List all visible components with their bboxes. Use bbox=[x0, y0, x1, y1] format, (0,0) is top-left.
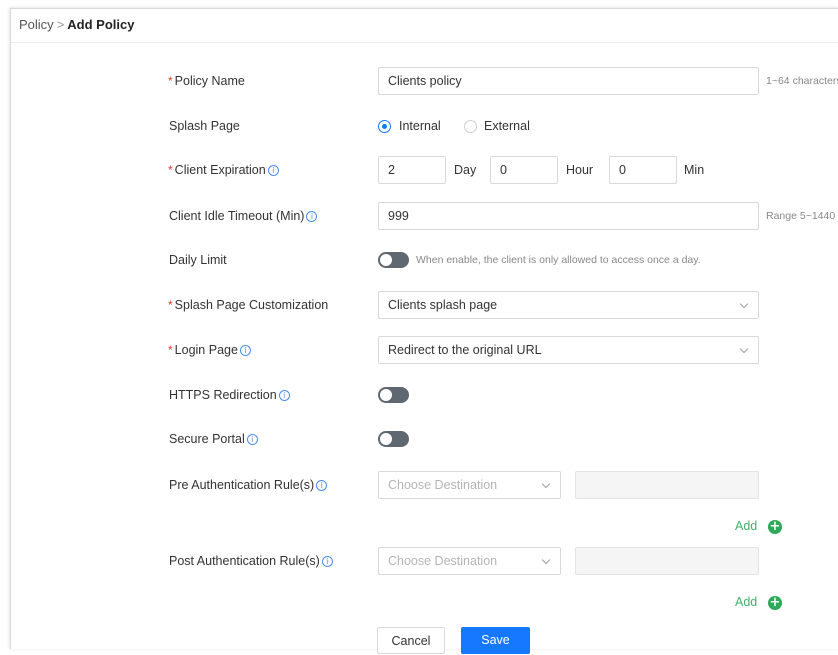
day-unit: Day bbox=[454, 163, 477, 177]
min-unit: Min bbox=[684, 163, 705, 177]
hour-unit: Hour bbox=[566, 163, 594, 177]
chevron-down-icon bbox=[739, 299, 749, 309]
add-circle-icon[interactable]: + bbox=[768, 596, 782, 610]
pre-auth-placeholder: Choose Destination bbox=[388, 478, 498, 492]
https-redirection-toggle[interactable] bbox=[378, 387, 409, 403]
chevron-down-icon bbox=[739, 344, 749, 354]
policy-name-label: * Policy Name bbox=[168, 74, 245, 88]
idle-timeout-label: Client Idle Timeout (Min) i bbox=[169, 201, 318, 231]
radio-internal-label: Internal bbox=[399, 119, 441, 133]
pre-auth-value-input[interactable] bbox=[575, 471, 759, 499]
info-icon[interactable]: i bbox=[239, 345, 251, 356]
idle-timeout-input[interactable]: 999 bbox=[378, 202, 759, 230]
https-redirection-row: HTTPS Redirection i bbox=[11, 380, 838, 410]
login-page-label: * Login Page i bbox=[168, 335, 251, 365]
splash-customization-select[interactable]: Clients splash page bbox=[378, 291, 759, 319]
policy-name-input[interactable]: Clients policy bbox=[378, 67, 759, 95]
secure-portal-row: Secure Portal i bbox=[11, 424, 838, 454]
info-icon[interactable]: i bbox=[278, 390, 290, 401]
breadcrumb-current: Add Policy bbox=[67, 17, 135, 32]
secure-portal-toggle[interactable] bbox=[378, 431, 409, 447]
pre-auth-add-link[interactable]: Add bbox=[735, 519, 757, 533]
required-mark: * bbox=[168, 74, 173, 88]
splash-customization-label: * Splash Page Customization bbox=[168, 298, 329, 312]
cancel-button[interactable]: Cancel bbox=[377, 627, 445, 654]
splash-page-row: Splash Page Internal External bbox=[11, 111, 838, 141]
chevron-down-icon bbox=[541, 479, 551, 489]
required-mark: * bbox=[168, 343, 173, 357]
login-page-value: Redirect to the original URL bbox=[388, 343, 542, 357]
splash-customization-row: * Splash Page Customization Clients splas… bbox=[11, 290, 838, 320]
expiration-day-input[interactable]: 2 bbox=[378, 156, 446, 184]
add-circle-icon[interactable]: + bbox=[768, 520, 782, 534]
breadcrumb: Policy > Add Policy bbox=[19, 17, 134, 32]
radio-external-label: External bbox=[484, 119, 530, 133]
chevron-down-icon bbox=[541, 555, 551, 565]
breadcrumb-separator: > bbox=[56, 17, 65, 32]
idle-timeout-hint: Range 5~1440 bbox=[766, 210, 836, 222]
post-auth-destination-select[interactable]: Choose Destination bbox=[378, 547, 561, 575]
pre-auth-destination-select[interactable]: Choose Destination bbox=[378, 471, 561, 499]
post-auth-placeholder: Choose Destination bbox=[388, 554, 498, 568]
policy-name-row: * Policy Name Clients policy 1~64 charact… bbox=[11, 66, 838, 96]
idle-timeout-row: Client Idle Timeout (Min) i 999 Range 5~1… bbox=[11, 201, 838, 231]
page-header: Policy > Add Policy bbox=[11, 9, 838, 43]
breadcrumb-policy-link[interactable]: Policy bbox=[19, 17, 54, 32]
splash-customization-value: Clients splash page bbox=[388, 298, 498, 312]
radio-internal[interactable] bbox=[378, 120, 391, 133]
client-expiration-label: * Client Expiration i bbox=[168, 155, 279, 185]
daily-limit-description: When enable, the client is only allowed … bbox=[416, 254, 701, 266]
login-page-row: * Login Page i Redirect to the original UR… bbox=[11, 335, 838, 365]
secure-portal-label: Secure Portal i bbox=[169, 424, 258, 454]
daily-limit-label: Daily Limit bbox=[169, 253, 227, 267]
required-mark: * bbox=[168, 298, 173, 312]
info-icon[interactable]: i bbox=[306, 211, 318, 222]
info-icon[interactable]: i bbox=[321, 556, 333, 567]
radio-external[interactable] bbox=[464, 120, 477, 133]
daily-limit-toggle[interactable] bbox=[378, 252, 409, 268]
https-redirection-label: HTTPS Redirection i bbox=[169, 380, 290, 410]
policy-name-hint: 1~64 characters bbox=[766, 75, 838, 87]
add-policy-page: Policy > Add Policy * Policy Name Clients p… bbox=[10, 8, 838, 654]
daily-limit-row: Daily Limit When enable, the client is o… bbox=[11, 245, 838, 275]
expiration-min-input[interactable]: 0 bbox=[609, 156, 677, 184]
pre-auth-row: Pre Authentication Rule(s) i Choose Desti… bbox=[11, 470, 838, 500]
post-auth-add-link[interactable]: Add bbox=[735, 595, 757, 609]
client-expiration-row: * Client Expiration i 2 Day 0 Hour 0 Min bbox=[11, 155, 838, 185]
login-page-select[interactable]: Redirect to the original URL bbox=[378, 336, 759, 364]
info-icon[interactable]: i bbox=[316, 480, 328, 491]
post-auth-row: Post Authentication Rule(s) i Choose Dest… bbox=[11, 546, 838, 576]
post-auth-value-input[interactable] bbox=[575, 547, 759, 575]
post-auth-label: Post Authentication Rule(s) i bbox=[169, 546, 333, 576]
expiration-hour-input[interactable]: 0 bbox=[490, 156, 558, 184]
splash-page-label: Splash Page bbox=[169, 119, 240, 133]
info-icon[interactable]: i bbox=[267, 165, 279, 176]
required-mark: * bbox=[168, 163, 173, 177]
save-button[interactable]: Save bbox=[461, 627, 530, 654]
pre-auth-label: Pre Authentication Rule(s) i bbox=[169, 470, 328, 500]
info-icon[interactable]: i bbox=[246, 434, 258, 445]
